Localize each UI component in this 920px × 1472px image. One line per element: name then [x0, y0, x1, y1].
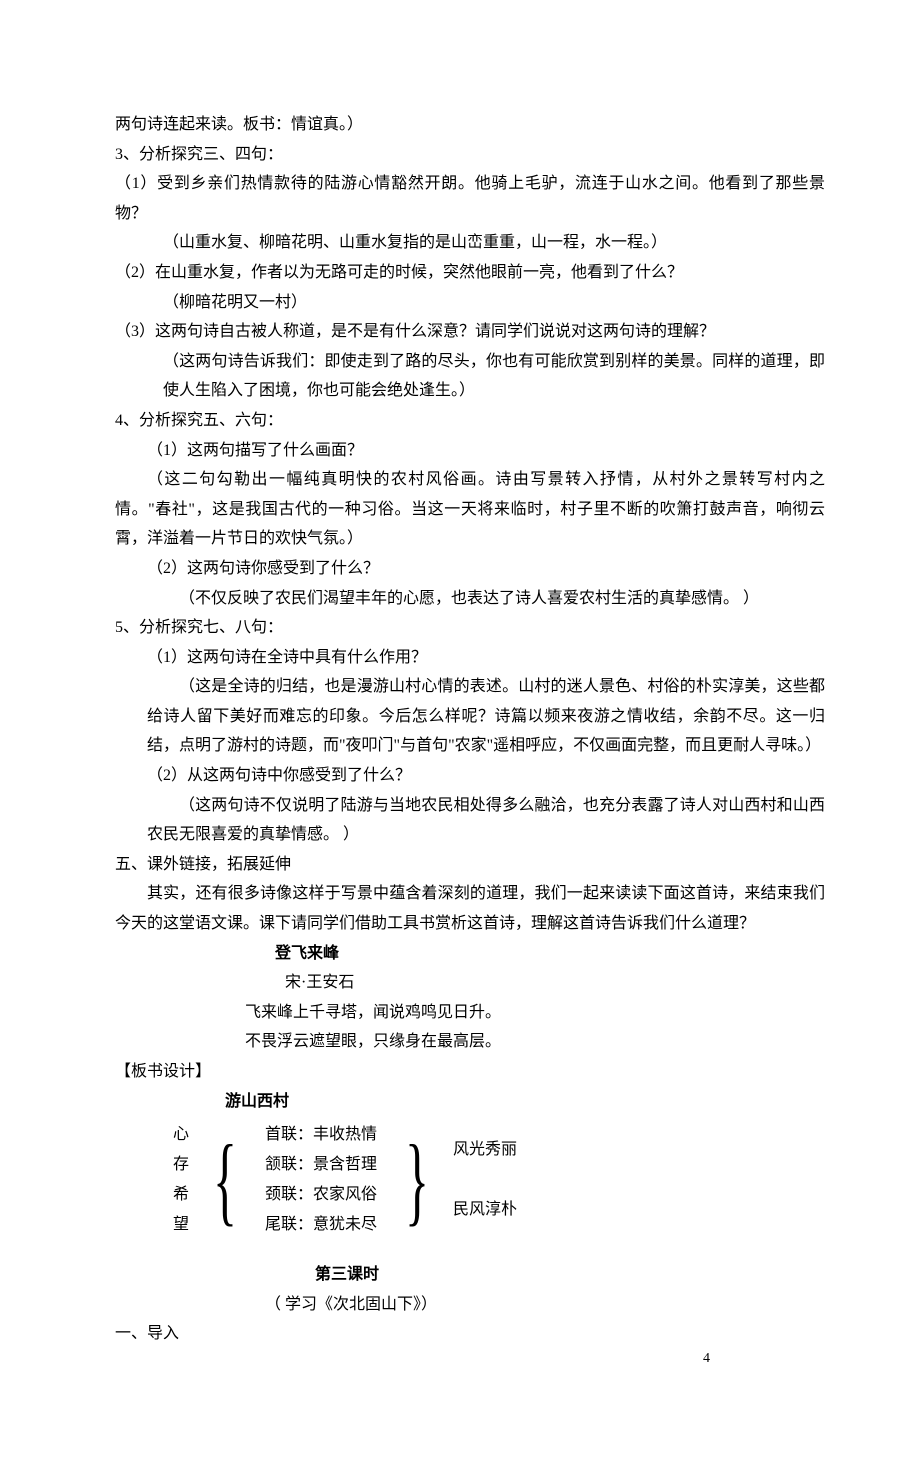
body-line: （柳暗花明又一村） — [115, 288, 825, 318]
body-line: 3、分析探究三、四句： — [115, 140, 825, 170]
body-line: （不仅反映了农民们渴望丰年的心愿，也表达了诗人喜爱农村生活的真挚感情。 ） — [115, 584, 825, 614]
board-poem-title: 游山西村 — [115, 1087, 825, 1117]
board-right-item: 风光秀丽 — [453, 1135, 517, 1165]
body-line: （这两句诗告诉我们：即使走到了路的尽头，你也有可能欣赏到别样的美景。同样的道理，… — [115, 347, 825, 406]
board-left-item: 希 — [173, 1180, 189, 1210]
lesson-title: 第三课时 — [115, 1260, 825, 1290]
poem-title: 登飞来峰 — [115, 939, 825, 969]
body-line: 两句诗连起来读。板书：情谊真。） — [115, 110, 825, 140]
body-line: （1）这两句诗在全诗中具有什么作用？ — [115, 643, 825, 673]
board-right-column: 风光秀丽 民风淳朴 — [445, 1120, 525, 1240]
body-line: （1）受到乡亲们热情款待的陆游心情豁然开朗。他骑上毛驴，流连于山水之间。他看到了… — [115, 169, 825, 228]
poem-line: 飞来峰上千寻塔，闻说鸡鸣见日升。 — [115, 998, 825, 1028]
lesson-subtitle: （ 学习《次北固山下》） — [115, 1290, 825, 1320]
board-mid-item: 颈联：农家风俗 — [265, 1180, 377, 1210]
board-left-item: 望 — [173, 1210, 189, 1240]
poem-author: 宋·王安石 — [115, 968, 825, 998]
body-line: （这是全诗的归结，也是漫游山村心情的表述。山村的迷人景色、村俗的朴实淳美，这些都… — [115, 672, 825, 761]
body-line: （山重水复、柳暗花明、山重水复指的是山峦重重，山一程，水一程。） — [115, 228, 825, 258]
body-line: 5、分析探究七、八句： — [115, 613, 825, 643]
body-line: （2）在山重水复，作者以为无路可走的时候，突然他眼前一亮，他看到了什么？ — [115, 258, 825, 288]
board-left-item: 心 — [173, 1120, 189, 1150]
right-brace-icon: } — [403, 1120, 431, 1240]
board-design-heading: 【板书设计】 — [115, 1057, 825, 1087]
body-line: （2）这两句诗你感受到了什么？ — [115, 554, 825, 584]
board-mid-item: 颔联：景含哲理 — [265, 1150, 377, 1180]
section-heading: 五、课外链接，拓展延伸 — [115, 850, 825, 880]
section-heading: 一、导入 — [115, 1319, 825, 1349]
body-line: （1）这两句描写了什么画面？ — [115, 436, 825, 466]
board-left-item: 存 — [173, 1150, 189, 1180]
body-line: 4、分析探究五、六句： — [115, 406, 825, 436]
board-mid-item: 首联：丰收热情 — [265, 1120, 377, 1150]
body-line: （这二句勾勒出一幅纯真明快的农村风俗画。诗由写景转入抒情，从村外之景转写村内之情… — [115, 465, 825, 554]
page-number: 4 — [703, 1346, 710, 1372]
body-line: 其实，还有很多诗像这样于写景中蕴含着深刻的道理，我们一起来读读下面这首诗，来结束… — [115, 879, 825, 938]
board-right-item: 民风淳朴 — [453, 1195, 517, 1225]
body-line: （这两句诗不仅说明了陆游与当地农民相处得多么融洽，也充分表露了诗人对山西村和山西… — [115, 791, 825, 850]
left-brace-icon: { — [211, 1120, 239, 1240]
board-left-column: 心 存 希 望 — [165, 1120, 197, 1240]
board-mid-item: 尾联：意犹未尽 — [265, 1210, 377, 1240]
board-middle-column: 首联：丰收热情 颔联：景含哲理 颈联：农家风俗 尾联：意犹未尽 — [253, 1120, 389, 1240]
body-line: （3）这两句诗自古被人称道，是不是有什么深意？请同学们说说对这两句诗的理解？ — [115, 317, 825, 347]
body-line: （2）从这两句诗中你感受到了什么？ — [115, 761, 825, 791]
board-diagram: 心 存 希 望 { 首联：丰收热情 颔联：景含哲理 颈联：农家风俗 尾联：意犹未… — [115, 1120, 825, 1240]
poem-line: 不畏浮云遮望眼，只缘身在最高层。 — [115, 1027, 825, 1057]
